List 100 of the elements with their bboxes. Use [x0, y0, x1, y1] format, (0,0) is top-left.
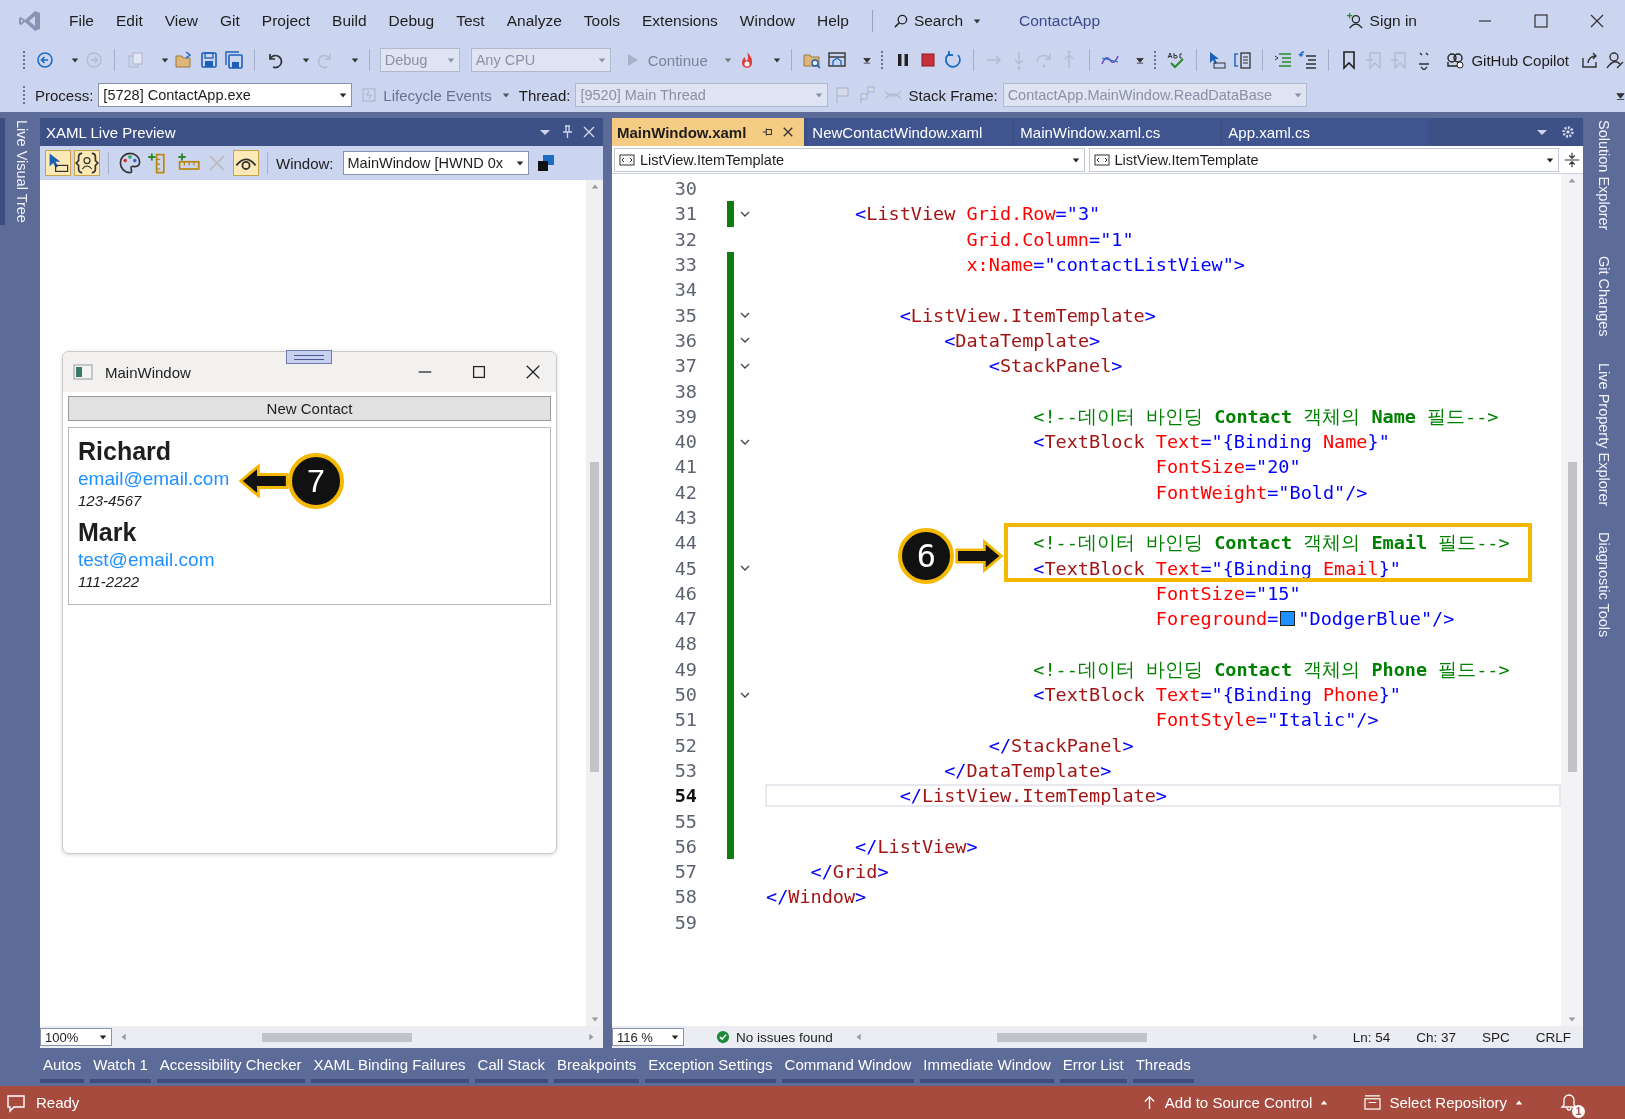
side-tab[interactable]: Git Changes	[1583, 254, 1625, 340]
drag-handle[interactable]	[286, 350, 332, 364]
scroll-arrow-icon[interactable]	[1568, 1015, 1576, 1023]
scrollbar[interactable]	[1561, 174, 1583, 1026]
save-icon[interactable]	[199, 50, 220, 70]
split-icon[interactable]	[1563, 150, 1581, 169]
close-icon[interactable]	[782, 126, 795, 138]
source-control-button[interactable]: Add to Source Control	[1141, 1094, 1329, 1111]
close-icon[interactable]	[524, 363, 542, 381]
menu-item[interactable]: Edit	[105, 8, 154, 34]
scope-dropdown[interactable]: ListView.ItemTemplate	[614, 147, 1085, 172]
tool-window-tab[interactable]: Error List	[1059, 1051, 1127, 1083]
windows-icon[interactable]	[535, 153, 556, 173]
code-line: FontSize="15"	[1155, 582, 1301, 604]
tool-window-tab[interactable]: Threads	[1132, 1051, 1194, 1083]
side-tab[interactable]: Diagnostic Tools	[1583, 530, 1625, 640]
comment-icon[interactable]	[6, 1092, 26, 1113]
code-line: <TextBlock Text="{Binding Phone}"	[1033, 684, 1401, 706]
select-element-icon[interactable]	[45, 150, 71, 176]
side-tab[interactable]: Live Property Explorer	[1583, 361, 1625, 509]
pin-icon[interactable]	[762, 126, 775, 138]
settings-icon[interactable]	[1561, 125, 1575, 139]
share-icon[interactable]	[1579, 50, 1600, 70]
tool-window-tab[interactable]: Autos	[40, 1051, 85, 1083]
code-line: <StackPanel>	[988, 355, 1123, 377]
line-number: 58	[673, 886, 697, 908]
menu-item[interactable]: Git	[209, 8, 251, 34]
issues-status[interactable]: No issues found	[716, 1029, 833, 1045]
code-line: <!--데이터 바인딩 Contact 객체의 Phone 필드-->	[1033, 657, 1510, 682]
grip-handle[interactable]	[22, 85, 26, 105]
document-tab[interactable]: MainWindow.xaml	[612, 118, 805, 146]
scroll-arrow-icon[interactable]	[590, 183, 599, 191]
back-icon[interactable]	[35, 50, 55, 70]
copilot-button[interactable]: GitHub Copilot	[1445, 50, 1569, 70]
menu-item[interactable]: Analyze	[495, 8, 573, 34]
code-line: FontStyle="Italic"/>	[1155, 709, 1379, 731]
code-line: Grid.Column="1"	[966, 228, 1134, 250]
zoom-dropdown[interactable]: 100%	[40, 1028, 112, 1046]
new-contact-button[interactable]: New Contact	[68, 396, 551, 421]
menu-item[interactable]: Extensions	[631, 8, 729, 34]
binding-icon[interactable]	[74, 150, 100, 176]
document-tab[interactable]: NewContactWindow.xaml	[807, 118, 1013, 146]
scroll-thumb[interactable]	[590, 462, 599, 772]
restart-icon[interactable]	[943, 50, 964, 70]
tool-window-tab[interactable]: Immediate Window	[920, 1051, 1054, 1083]
line-number: 36	[673, 329, 697, 351]
scroll-arrow-icon[interactable]	[1568, 177, 1576, 185]
maximize-icon[interactable]	[470, 363, 488, 381]
side-tab[interactable]: Solution Explorer	[1583, 118, 1625, 233]
save-all-icon[interactable]	[224, 50, 245, 70]
spell-check-icon[interactable]	[1166, 50, 1187, 70]
scrollbar[interactable]	[586, 180, 603, 1026]
tool-window-tab[interactable]: Exception Settings	[645, 1051, 776, 1083]
feedback-icon[interactable]	[1604, 50, 1625, 70]
document-tab[interactable]: App.xaml.cs	[1223, 118, 1429, 146]
grip-handle[interactable]	[22, 50, 26, 70]
palette-icon[interactable]	[117, 150, 143, 176]
scroll-arrow-icon[interactable]	[120, 1033, 128, 1041]
tool-window-tab[interactable]: Accessibility Checker	[156, 1051, 305, 1083]
tool-window-tab[interactable]: Command Window	[781, 1051, 915, 1083]
eye-icon[interactable]	[233, 150, 259, 176]
columns-icon[interactable]	[1232, 50, 1253, 70]
sign-in-button[interactable]: Sign in	[1345, 12, 1417, 30]
contact-email: email@email.com	[78, 467, 230, 491]
tool-window-tab[interactable]: XAML Binding Failures	[310, 1051, 469, 1083]
menu-item[interactable]: Debug	[377, 8, 446, 34]
window-title: MainWindow	[105, 363, 191, 381]
scroll-arrow-icon[interactable]	[590, 1015, 599, 1023]
pointer-icon[interactable]	[1207, 50, 1228, 70]
menu-item[interactable]: Test	[445, 8, 496, 34]
menu-item[interactable]: Window	[728, 8, 806, 34]
window-icon[interactable]	[827, 50, 848, 70]
menu-item[interactable]: File	[58, 8, 105, 34]
scroll-arrow-icon[interactable]	[587, 1033, 595, 1041]
menu-item[interactable]: Project	[250, 8, 322, 34]
pin-icon[interactable]	[561, 125, 573, 139]
member-dropdown[interactable]: ListView.ItemTemplate	[1088, 147, 1559, 172]
repository-button[interactable]: Select Repository	[1364, 1094, 1523, 1111]
menu-item[interactable]: Help	[806, 8, 860, 34]
code-line: <ListView.ItemTemplate>	[899, 304, 1156, 326]
process-dropdown[interactable]: [5728] ContactApp.exe	[98, 83, 353, 107]
scroll-arrow-icon[interactable]	[1310, 1033, 1319, 1041]
tool-window-tab[interactable]: Watch 1	[90, 1051, 151, 1083]
window-dropdown[interactable]: MainWindow [HWND 0x	[342, 151, 529, 175]
tool-window-tab[interactable]: Breakpoints	[554, 1051, 640, 1083]
tool-window-tab[interactable]: Call Stack	[474, 1051, 549, 1083]
contact-name[interactable]: Mark	[78, 517, 541, 548]
contact-phone: 123-4567	[78, 491, 143, 511]
stack-frame-label: Stack Frame:	[908, 86, 998, 104]
line-indicator: Ln: 54	[1352, 1029, 1391, 1045]
document-tab[interactable]: MainWindow.xaml.cs	[1015, 118, 1221, 146]
outdent-icon[interactable]	[1298, 50, 1319, 70]
menu-item[interactable]: Tools	[572, 8, 632, 34]
contact-phone: 111-2222	[78, 572, 141, 592]
scroll-thumb[interactable]	[1567, 462, 1577, 772]
menu-item[interactable]: Build	[321, 8, 378, 34]
menu-item[interactable]: View	[153, 8, 210, 34]
scroll-arrow-icon[interactable]	[854, 1033, 863, 1041]
zoom-dropdown[interactable]: 116 %	[612, 1028, 684, 1046]
search-button[interactable]: Search	[884, 8, 989, 34]
